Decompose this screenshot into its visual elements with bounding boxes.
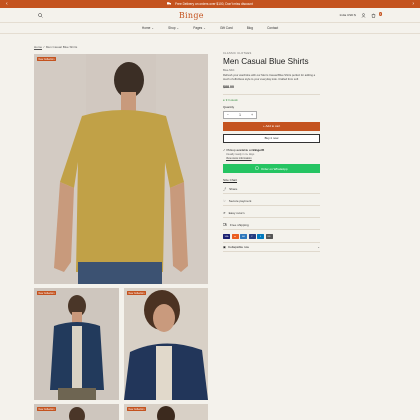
check-icon: ✓: [223, 147, 226, 152]
product-thumbnail-4[interactable]: New Collection: [124, 404, 208, 420]
nav-item-contact[interactable]: Contact: [267, 26, 278, 30]
breadcrumb-separator: /: [43, 45, 45, 49]
chevron-left-icon[interactable]: ‹: [6, 0, 8, 8]
mastercard-icon: ●●: [231, 234, 239, 240]
nav-item-blog[interactable]: Blog: [247, 26, 253, 30]
cart-icon[interactable]: [371, 13, 376, 18]
site-logo[interactable]: Binge: [179, 11, 204, 20]
new-collection-badge: New Collection: [37, 291, 56, 296]
product-main-image[interactable]: New Collection: [34, 54, 208, 284]
feature-share[interactable]: ⤴ Share: [223, 184, 320, 195]
new-collection-badge: New Collection: [37, 407, 56, 412]
nav-label: Home: [141, 26, 151, 30]
add-to-cart-label: Add to cart: [265, 124, 281, 129]
whatsapp-order-button[interactable]: Order on WhatsApp: [223, 164, 320, 174]
diners-icon: D: [257, 234, 264, 240]
chevron-right-icon[interactable]: ›: [412, 0, 414, 8]
feature-label: Free shipping: [230, 222, 249, 227]
nav-item-home[interactable]: Home ⌄: [142, 26, 154, 30]
nav-label: Blog: [246, 26, 254, 30]
chevron-down-icon: ⌄: [151, 26, 155, 30]
new-collection-badge: New Collection: [127, 407, 146, 412]
box-icon: ▣: [223, 245, 226, 250]
nav-label: Shop: [168, 26, 176, 30]
share-icon: ⤴: [223, 187, 227, 192]
plus-icon[interactable]: +: [251, 113, 253, 117]
collapsible-heading: ▣ Collapsible row: [223, 245, 249, 249]
visa-icon: VISA: [223, 234, 230, 240]
truck-icon: [167, 2, 172, 6]
product-title: Men Casual Blue Shirts: [223, 56, 309, 66]
product-description: Refresh your wardrobe with our Men's Cas…: [223, 74, 316, 81]
quantity-value[interactable]: 1: [239, 113, 241, 117]
stock-text: 9 In stock: [225, 97, 238, 102]
main-nav: Home ⌄ Shop ⌄ Pages ⌄ Gift Card Blog Contac…: [0, 23, 420, 34]
feature-label: Easy return: [228, 210, 245, 215]
divider: [223, 93, 320, 95]
amex-icon: AM: [240, 234, 247, 240]
feature-free-shipping: Free shipping: [222, 220, 320, 231]
add-to-cart-button[interactable]: + Add to cart: [223, 121, 320, 131]
payment-methods: VISA ●● AM P D DIS: [223, 234, 320, 240]
header-actions: India USD $ 0: [340, 12, 382, 18]
new-collection-badge: New Collection: [127, 291, 146, 296]
collapsible-label: Collapsible row: [227, 245, 249, 250]
product-sku: Blue-Shirt: [223, 68, 235, 72]
currency-selector[interactable]: India USD $: [340, 13, 356, 17]
nav-label: Pages: [193, 26, 203, 30]
heart-icon: ♡: [223, 198, 226, 203]
nav-item-gift-card[interactable]: Gift Card: [220, 26, 233, 30]
announcement-text: Free Delivery on orders over $100, Don't…: [175, 2, 253, 6]
chevron-down-icon: ⌄: [317, 245, 320, 250]
product-info: CLASSIC CLOTHES Men Casual Blue Shirts B…: [222, 52, 320, 253]
buy-now-label: Buy it now: [264, 136, 279, 141]
size-chart-link[interactable]: Size Chart: [223, 178, 320, 182]
product-price: $88.00: [223, 84, 234, 89]
feature-label: Share: [229, 186, 238, 191]
product-thumbnail-2[interactable]: New Collection: [124, 288, 208, 400]
quantity-label: Quantity: [223, 104, 235, 109]
chevron-down-icon: ⌄: [203, 26, 206, 30]
feature-easy-return: ↺ Easy return: [223, 208, 320, 219]
feature-label: Secure payment: [228, 198, 252, 203]
user-icon[interactable]: [361, 12, 366, 18]
buy-now-button[interactable]: Buy it now: [223, 133, 320, 143]
collapsible-row[interactable]: ▣ Collapsible row ⌄: [223, 242, 320, 253]
nav-item-pages[interactable]: Pages ⌄: [193, 26, 206, 30]
nav-label: Gift Card: [219, 26, 233, 30]
return-icon: ↺: [223, 210, 226, 215]
stock-status: ● 9 In stock: [223, 98, 320, 102]
whatsapp-icon: [255, 166, 260, 171]
pickup-ready-text: Usually ready in 4+ days: [226, 152, 255, 156]
site-header: Binge India USD $ 0: [0, 8, 420, 23]
product-thumbnail-1[interactable]: New Collection: [34, 288, 119, 400]
quantity-stepper: − 1 +: [223, 110, 257, 119]
pickup-store: Binge45: [252, 147, 265, 152]
product-thumbnail-3[interactable]: New Collection: [34, 404, 119, 420]
announcement-bar: ‹ Free Delivery on orders over $100, Don…: [0, 0, 420, 8]
chevron-down-icon: ⌄: [176, 26, 180, 30]
paypal-icon: P: [248, 234, 256, 240]
pickup-prefix: Pickup available at: [226, 147, 252, 152]
search-icon[interactable]: [38, 12, 43, 18]
store-info-link[interactable]: View store information: [226, 157, 320, 160]
minus-icon[interactable]: −: [227, 113, 229, 117]
pickup-info: ✓ Pickup available at Binge45: [223, 148, 320, 152]
breadcrumb: Home / Men Casual Blue Shirts: [34, 45, 77, 49]
breadcrumb-home[interactable]: Home: [34, 45, 42, 49]
stock-dot-icon: ●: [223, 97, 225, 102]
product-vendor: CLASSIC CLOTHES: [223, 52, 252, 55]
breadcrumb-current: Men Casual Blue Shirts: [45, 45, 78, 49]
cart-count-badge: 0: [378, 12, 382, 16]
new-collection-badge: New Collection: [37, 57, 56, 62]
nav-label: Contact: [267, 26, 279, 30]
feature-secure-payment: ♡ Secure payment: [223, 196, 320, 207]
discover-icon: DIS: [265, 234, 273, 240]
nav-item-shop[interactable]: Shop ⌄: [168, 26, 179, 30]
whatsapp-label: Order on WhatsApp: [260, 166, 288, 171]
truck-icon: [222, 222, 228, 227]
